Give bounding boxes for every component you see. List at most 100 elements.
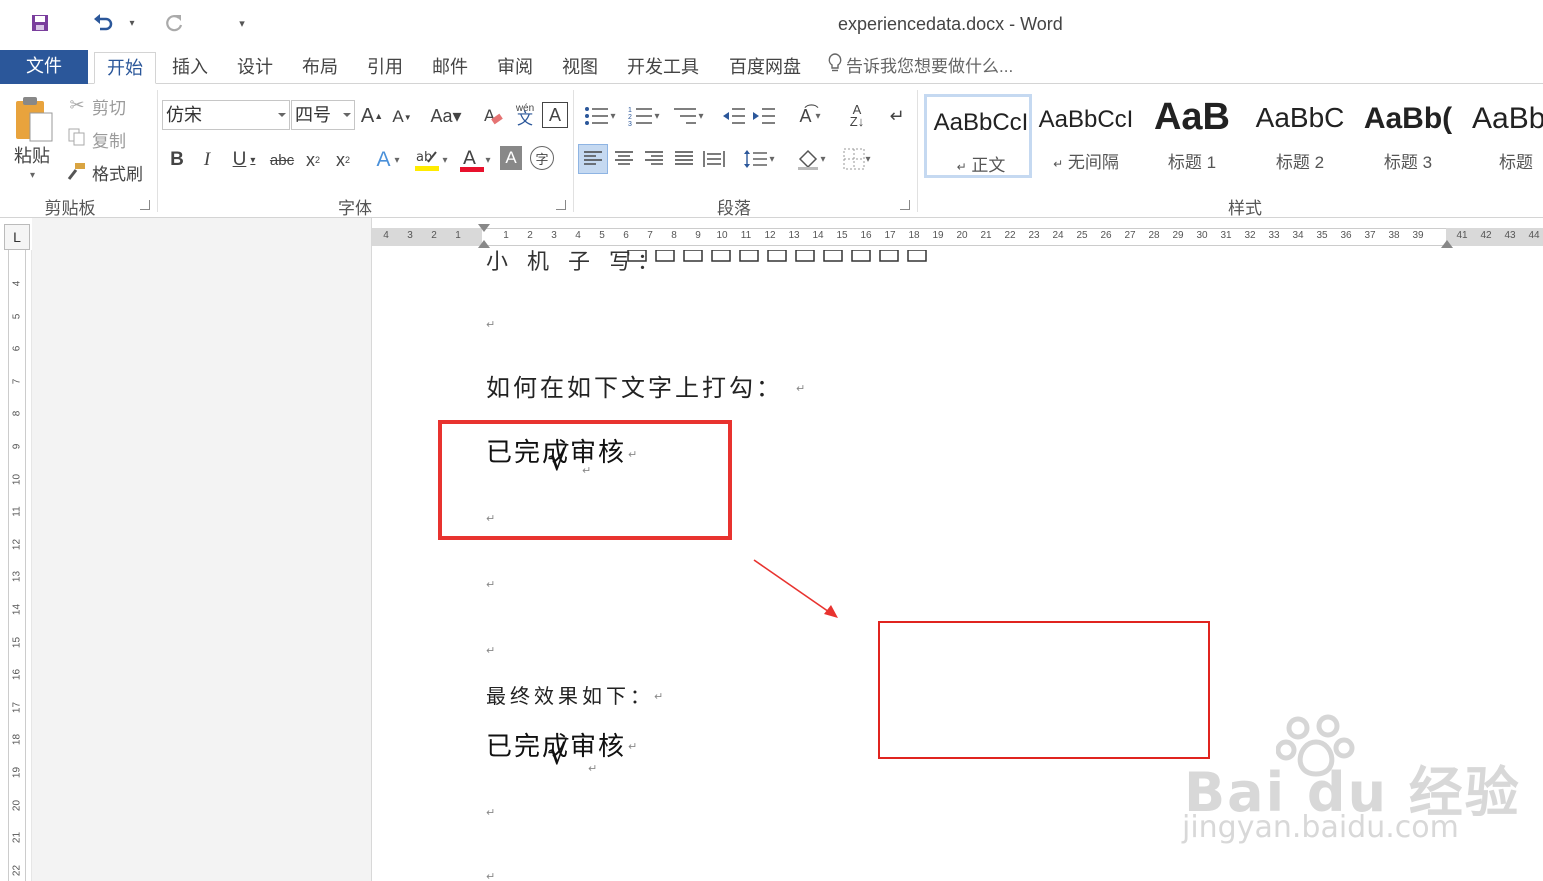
shrink-font-icon[interactable]: A ▼ — [390, 104, 414, 130]
subscript-icon[interactable]: x2 — [300, 146, 326, 174]
superscript-icon[interactable]: x2 — [330, 146, 356, 174]
italic-icon[interactable]: I — [196, 146, 218, 174]
align-left-icon[interactable] — [578, 144, 608, 174]
ribbon-home: 粘贴 ▾ ✂ 剪切 复制 格式刷 剪贴板 仿宋 四号 A ▲ A ▼ Aa▾ A w… — [0, 84, 1543, 218]
ruler-tick-label: 9 — [695, 230, 701, 241]
tab-view[interactable]: 视图 — [552, 52, 608, 84]
style-sample: AaB — [1153, 96, 1231, 138]
format-painter-button[interactable]: 格式刷 — [92, 160, 143, 185]
ruler-tick-label: 33 — [1268, 230, 1280, 241]
align-right-icon[interactable] — [640, 144, 668, 174]
grow-font-icon[interactable]: A ▲ — [360, 102, 384, 130]
checkmark-result: √ — [548, 734, 569, 772]
ruler-tick-label: 6 — [623, 230, 629, 241]
customize-qat-icon[interactable]: ▾ — [234, 10, 250, 36]
vruler-tick-label: 9 — [11, 443, 23, 450]
undo-icon[interactable] — [88, 10, 118, 36]
font-launcher-icon[interactable] — [556, 200, 566, 210]
tab-layout[interactable]: 布局 — [292, 52, 348, 84]
copy-button[interactable]: 复制 — [92, 127, 126, 152]
document-page[interactable]: 小 机 子 写： ↵ 如何在如下文字上打勾： ↵ 已完成审核 √ ↵ ↵ ↵ ↵… — [372, 250, 1543, 881]
strikethrough-icon[interactable]: abc — [268, 146, 296, 174]
font-size-combo[interactable]: 四号 — [291, 100, 355, 130]
vruler-tick-label: 22 — [11, 864, 23, 876]
style-heading-3[interactable]: AaBb( 标题 3 — [1354, 94, 1462, 178]
tab-file[interactable]: 文件 — [0, 50, 88, 84]
style-heading-2[interactable]: AaBbC 标题 2 — [1246, 94, 1354, 178]
shading-icon[interactable]: ▾ — [790, 144, 832, 174]
first-line-indent-icon[interactable] — [478, 224, 490, 232]
sort-icon[interactable]: A Z↓ — [844, 102, 870, 130]
tab-home[interactable]: 开始 — [94, 52, 156, 84]
tab-selector[interactable]: L — [0, 218, 32, 250]
undo-dropdown-icon[interactable]: ▾ — [124, 10, 140, 36]
styles-group-label: 样式 — [1228, 199, 1262, 218]
style-normal[interactable]: AaBbCcI ↵ 正文 — [924, 94, 1032, 178]
char-border-icon[interactable]: A — [542, 102, 568, 128]
tab-baidu-netdisk[interactable]: 百度网盘 — [722, 52, 808, 84]
numbering-icon[interactable]: 1 2 3 ▾ — [624, 102, 664, 130]
align-center-icon[interactable] — [610, 144, 638, 174]
cut-button[interactable]: 剪切 — [92, 94, 126, 119]
save-icon[interactable] — [26, 10, 54, 36]
bold-icon[interactable]: B — [166, 146, 188, 174]
char-shading-icon[interactable]: A — [500, 146, 522, 170]
tab-developer[interactable]: 开发工具 — [620, 52, 706, 84]
ruler-tick-label: 41 — [1456, 230, 1468, 241]
style-no-spacing[interactable]: AaBbCcI ↵ 无间隔 — [1032, 94, 1140, 178]
multilevel-list-icon[interactable]: ▾ — [668, 102, 708, 130]
redo-icon[interactable] — [160, 10, 190, 36]
paragraph-mark: ↵ — [582, 465, 592, 477]
clipboard-launcher-icon[interactable] — [140, 200, 150, 210]
style-sample: AaBb( — [1363, 102, 1453, 135]
borders-icon[interactable]: ▾ — [836, 144, 878, 174]
text-effects-icon[interactable]: A ▾ — [368, 146, 408, 174]
paragraph-mark: ↵ — [486, 579, 496, 591]
enclose-char-icon[interactable]: 字 — [530, 146, 554, 170]
window-title: experiencedata.docx - Word — [838, 14, 1063, 34]
tell-me-text: 告诉我您想要做什么... — [846, 57, 1014, 76]
bullets-icon[interactable]: ▾ — [580, 102, 620, 130]
paste-icon[interactable] — [10, 92, 58, 148]
hanging-indent-icon[interactable] — [478, 240, 490, 248]
ruler-tick-label: 22 — [1004, 230, 1016, 241]
horizontal-ruler[interactable]: 4 3 2 1 1 2 3 4 5 6 7 8 9 10 11 12 13 14 15 16 17 18 19 20 21 22 2… — [372, 224, 1543, 250]
font-name-combo[interactable]: 仿宋 — [162, 100, 290, 130]
font-color-icon[interactable]: A ▾ — [454, 144, 496, 176]
vruler-tick-label: 12 — [11, 538, 23, 550]
style-heading-1[interactable]: AaB 标题 1 — [1138, 94, 1246, 178]
ruler-tick-label: 38 — [1388, 230, 1400, 241]
decrease-indent-icon[interactable] — [720, 102, 748, 130]
paste-dropdown-icon[interactable]: ▾ — [30, 170, 35, 181]
style-title[interactable]: AaBb 标题 — [1462, 94, 1543, 178]
highlight-icon[interactable]: ab ▾ — [410, 144, 452, 176]
justify-icon[interactable] — [670, 144, 698, 174]
show-marks-icon[interactable]: ↵ — [884, 102, 910, 130]
increase-indent-icon[interactable] — [750, 102, 778, 130]
ruler-tick-label: 39 — [1412, 230, 1424, 241]
paste-button[interactable]: 粘贴 — [14, 142, 50, 168]
style-name: ↵ 正文 — [956, 156, 1006, 175]
phonetic-guide-icon[interactable]: wén 文 — [512, 98, 538, 130]
ruler-tick-label: 19 — [932, 230, 944, 241]
vertical-ruler[interactable]: 4 5 6 7 8 9 10 11 12 13 14 15 16 17 18 19 20 21 22 — [0, 250, 32, 881]
paragraph-launcher-icon[interactable] — [900, 200, 910, 210]
scissors-icon: ✂ — [69, 94, 85, 115]
ruler-tick-label: 35 — [1316, 230, 1328, 241]
vruler-tick-label: 17 — [11, 701, 23, 713]
group-divider — [573, 90, 574, 212]
right-indent-icon[interactable] — [1441, 240, 1453, 248]
tab-design[interactable]: 设计 — [227, 52, 283, 84]
vruler-tick-label: 21 — [11, 832, 23, 844]
distribute-icon[interactable] — [700, 144, 728, 174]
tell-me-box[interactable]: 告诉我您想要做什么... — [828, 52, 1038, 84]
chinese-layout-icon[interactable]: A͡ ▾ — [790, 102, 830, 130]
tab-mailings[interactable]: 邮件 — [422, 52, 478, 84]
underline-icon[interactable]: U ▾ — [226, 146, 262, 174]
tab-review[interactable]: 审阅 — [487, 52, 543, 84]
change-case-icon[interactable]: Aa▾ — [426, 102, 466, 130]
tab-insert[interactable]: 插入 — [162, 52, 218, 84]
line-spacing-icon[interactable]: ▾ — [738, 144, 780, 174]
tab-references[interactable]: 引用 — [357, 52, 413, 84]
clear-format-icon[interactable]: A — [480, 102, 508, 130]
